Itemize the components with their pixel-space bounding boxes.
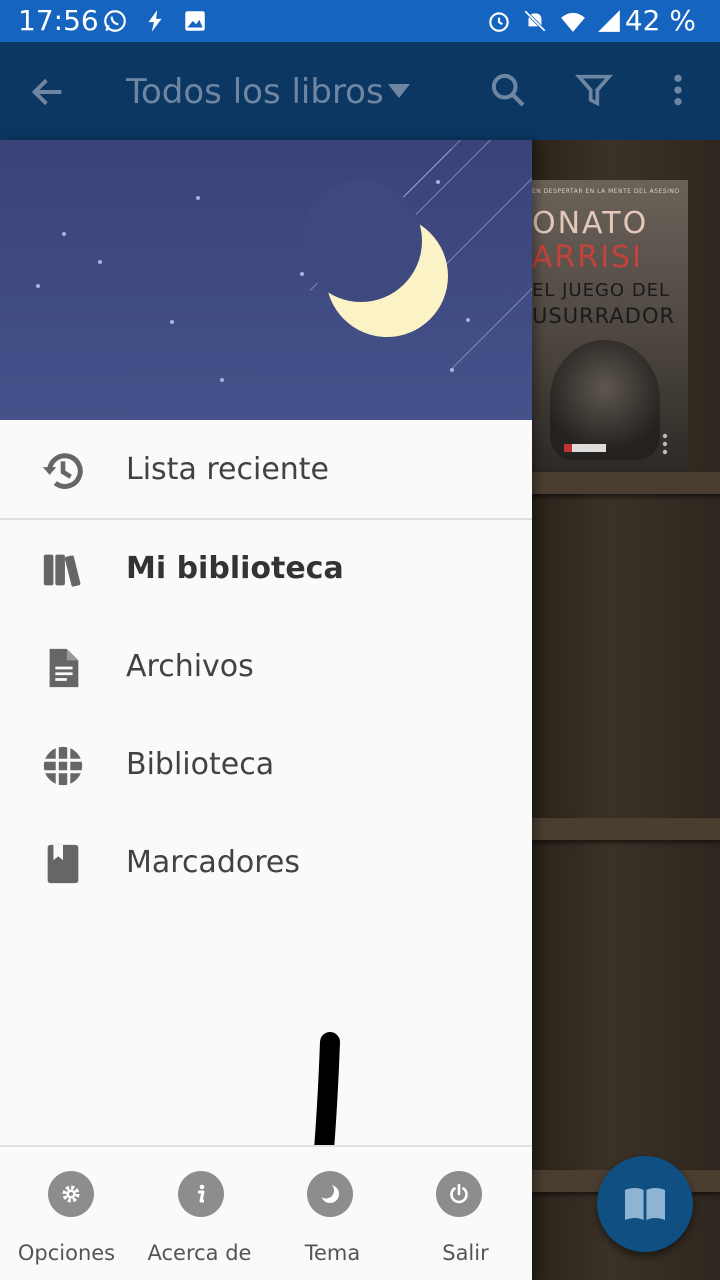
star [36,284,40,288]
books-icon [43,554,81,587]
status-bar: 17:56 42 % [0,0,720,42]
moon-icon [307,1171,353,1217]
back-arrow-icon[interactable] [28,72,68,112]
search-icon[interactable] [488,70,528,110]
drawer-item-my-library[interactable]: Mi biblioteca [0,521,532,619]
app-bar-title[interactable]: Todos los libros [126,72,384,112]
theme-label: Tema [304,1241,361,1265]
drawer-item-label: Archivos [126,649,254,684]
publisher-logo-mark [564,444,572,452]
whatsapp-icon [104,10,126,32]
moon-shadow [300,180,422,302]
drawer-bottom-bar: Opciones Acerca de Tema Salir [0,1145,532,1280]
options-label: Opciones [17,1241,116,1265]
alarm-icon [489,12,509,32]
book-author-line-2: ARRISI [532,240,643,275]
drawer-item-catalog[interactable]: Biblioteca [0,717,532,815]
drawer-item-recent[interactable]: Lista reciente [0,422,532,520]
wifi-icon [561,12,585,32]
drawer-divider [0,518,532,520]
about-button[interactable]: Acerca de [133,1147,266,1280]
star [196,196,200,200]
star [98,260,102,264]
info-icon [178,1171,224,1217]
exit-button[interactable]: Salir [399,1147,532,1280]
shelf-plank [532,818,720,840]
star [436,180,440,184]
open-book-fab[interactable] [597,1156,693,1252]
exit-label: Salir [442,1241,489,1265]
drawer-item-bookmarks[interactable]: Marcadores [0,815,532,913]
power-icon [436,1171,482,1217]
drawer-item-label: Lista reciente [126,452,330,487]
book-cover-illustration [550,340,660,460]
mute-icon [524,10,546,32]
shooting-star [449,285,532,371]
app-bar: Todos los libros [0,42,720,140]
status-time: 17:56 [18,4,99,37]
bookmark-icon [47,844,79,884]
book-cover[interactable]: EN DESPERTAR EN LA MENTE DEL ASESINO ONA… [532,180,688,472]
book-more-icon[interactable] [662,432,668,456]
book-title-line-1: EL JUEGO DEL [532,280,671,301]
drawer-item-label: Mi biblioteca [126,551,344,586]
bookshelf-background: EN DESPERTAR EN LA MENTE DEL ASESINO ONA… [532,140,720,1280]
book-cover-tagline: EN DESPERTAR EN LA MENTE DEL ASESINO [532,188,680,195]
drawer-item-label: Biblioteca [126,747,275,782]
about-label: Acerca de [147,1241,252,1265]
filter-icon[interactable] [574,70,614,110]
drawer-item-label: Marcadores [126,845,300,880]
gear-icon [48,1171,94,1217]
image-icon [185,11,205,31]
star [466,318,470,322]
star [62,232,66,236]
options-button[interactable]: Opciones [0,1147,133,1280]
star [220,378,224,382]
open-book-icon [625,1188,665,1220]
file-document-icon [49,648,79,688]
star [170,320,174,324]
signal-icon [598,10,620,32]
star [300,272,304,276]
globe-icon [43,746,83,786]
book-title-line-2: USURRADOR [532,304,676,328]
more-vert-icon[interactable] [658,70,698,110]
shelf-plank [532,472,720,494]
dropdown-caret-icon[interactable] [388,84,410,98]
drawer-item-files[interactable]: Archivos [0,619,532,717]
theme-button[interactable]: Tema [266,1147,399,1280]
drawer-header [0,140,532,420]
history-icon [42,453,83,489]
book-author-line-1: ONATO [532,206,649,241]
flash-icon [148,10,162,32]
battery-percentage: 42 % [624,4,696,37]
navigation-drawer: Lista reciente Mi biblioteca Archivos Bi… [0,140,532,1280]
